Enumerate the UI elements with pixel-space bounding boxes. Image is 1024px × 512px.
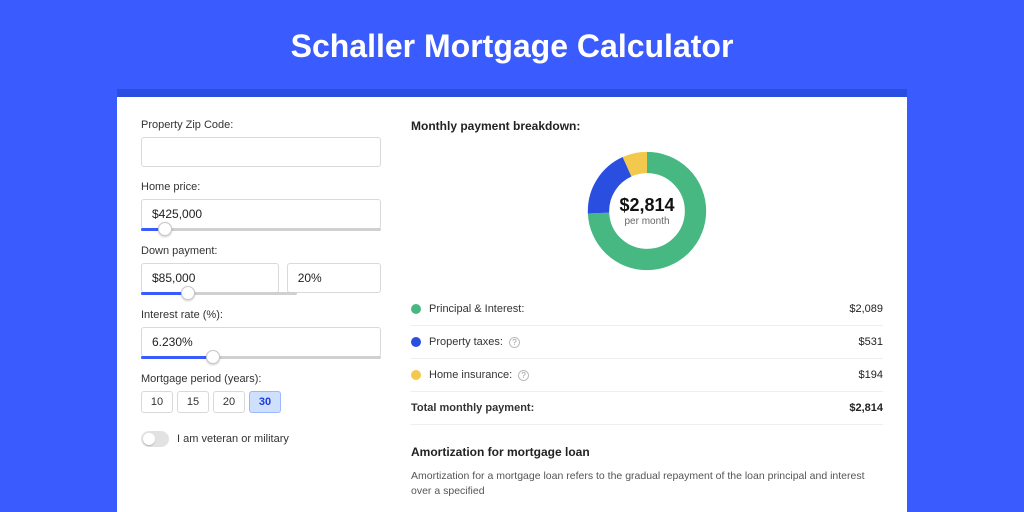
donut-amount: $2,814 xyxy=(619,195,674,216)
down-payment-label: Down payment: xyxy=(141,245,381,257)
input-form: Property Zip Code: Home price: Down paym… xyxy=(141,119,381,495)
field-interest-rate: Interest rate (%): xyxy=(141,309,381,359)
field-mortgage-period: Mortgage period (years): 10 15 20 30 xyxy=(141,373,381,413)
home-price-slider[interactable] xyxy=(141,228,381,231)
field-zip: Property Zip Code: xyxy=(141,119,381,167)
home-price-slider-thumb[interactable] xyxy=(158,222,172,236)
dot-blue-icon xyxy=(411,337,421,347)
zip-input[interactable] xyxy=(141,137,381,167)
page-title: Schaller Mortgage Calculator xyxy=(0,0,1024,89)
period-option-10[interactable]: 10 xyxy=(141,391,173,413)
down-payment-amount-input[interactable] xyxy=(141,263,279,293)
calculator-card: Property Zip Code: Home price: Down paym… xyxy=(117,97,907,512)
veteran-toggle[interactable] xyxy=(141,431,169,447)
total-value: $2,814 xyxy=(849,402,883,414)
period-option-30[interactable]: 30 xyxy=(249,391,281,413)
info-icon[interactable]: ? xyxy=(509,337,520,348)
amortization-body: Amortization for a mortgage loan refers … xyxy=(411,469,883,498)
zip-label: Property Zip Code: xyxy=(141,119,381,131)
field-home-price: Home price: xyxy=(141,181,381,231)
info-icon[interactable]: ? xyxy=(518,370,529,381)
donut-center: $2,814 per month xyxy=(583,147,711,275)
period-option-20[interactable]: 20 xyxy=(213,391,245,413)
card-shadow: Property Zip Code: Home price: Down paym… xyxy=(117,89,907,512)
field-down-payment: Down payment: xyxy=(141,245,381,295)
period-option-15[interactable]: 15 xyxy=(177,391,209,413)
home-price-label: Home price: xyxy=(141,181,381,193)
breakdown-heading: Monthly payment breakdown: xyxy=(411,119,883,133)
dot-green-icon xyxy=(411,304,421,314)
total-label: Total monthly payment: xyxy=(411,402,534,414)
interest-rate-slider[interactable] xyxy=(141,356,381,359)
home-price-input[interactable] xyxy=(141,199,381,229)
pi-label: Principal & Interest: xyxy=(429,303,524,315)
amortization-section: Amortization for mortgage loan Amortizat… xyxy=(411,445,883,498)
taxes-value: $531 xyxy=(859,336,883,348)
donut-sub: per month xyxy=(624,216,669,227)
down-payment-slider-thumb[interactable] xyxy=(181,286,195,300)
veteran-row: I am veteran or military xyxy=(141,431,381,447)
veteran-label: I am veteran or military xyxy=(177,433,289,445)
insurance-value: $194 xyxy=(859,369,883,381)
interest-rate-slider-thumb[interactable] xyxy=(206,350,220,364)
breakdown-panel: Monthly payment breakdown: $2,814 per mo… xyxy=(411,119,883,495)
mortgage-period-label: Mortgage period (years): xyxy=(141,373,381,385)
insurance-label: Home insurance: xyxy=(429,369,512,381)
donut-chart: $2,814 per month xyxy=(583,147,711,275)
line-property-taxes: Property taxes: ? $531 xyxy=(411,326,883,359)
taxes-label: Property taxes: xyxy=(429,336,503,348)
line-total: Total monthly payment: $2,814 xyxy=(411,391,883,425)
interest-rate-input[interactable] xyxy=(141,327,381,357)
down-payment-slider[interactable] xyxy=(141,292,297,295)
interest-rate-label: Interest rate (%): xyxy=(141,309,381,321)
pi-value: $2,089 xyxy=(849,303,883,315)
amortization-heading: Amortization for mortgage loan xyxy=(411,445,883,459)
line-home-insurance: Home insurance: ? $194 xyxy=(411,359,883,392)
down-payment-percent-input[interactable] xyxy=(287,263,381,293)
mortgage-period-options: 10 15 20 30 xyxy=(141,391,381,413)
dot-yellow-icon xyxy=(411,370,421,380)
donut-chart-wrap: $2,814 per month xyxy=(411,147,883,275)
line-principal-interest: Principal & Interest: $2,089 xyxy=(411,293,883,326)
